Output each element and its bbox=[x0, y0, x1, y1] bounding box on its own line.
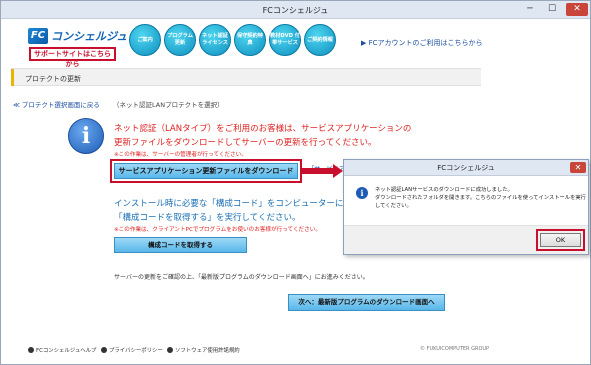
logo-fc-mark: FC bbox=[28, 28, 48, 44]
dialog-body: i ネット認証LANサービスのダウンロードに成功しました。 ダウンロードされたフ… bbox=[344, 177, 588, 225]
lan-instruction-line2: 更新ファイルをダウンロードしてサーバーの更新を行ってください。 bbox=[114, 138, 377, 148]
footer: FCコンシェルジュヘルプ プライバシーポリシー ソフトウェア使用許諾規約 © F… bbox=[2, 346, 590, 358]
minimize-icon[interactable]: ─ bbox=[521, 3, 539, 16]
bullet-icon bbox=[28, 347, 34, 353]
config-code-instruction-line2: 「構成コードを取得する」を実行してください。 bbox=[114, 213, 301, 223]
maximize-icon[interactable]: ☐ bbox=[543, 3, 561, 16]
dialog-titlebar: FCコンシェルジュ ✕ bbox=[344, 160, 588, 176]
back-note: （ネット認証LANプロテクトを選択） bbox=[113, 101, 224, 109]
info-icon: i bbox=[356, 187, 368, 199]
support-site-button[interactable]: サポートサイトはこちらから bbox=[29, 47, 116, 68]
download-service-app-button[interactable]: サービスアプリケーション更新ファイルをダウンロード bbox=[114, 163, 298, 179]
arrow-right-icon: ▶ bbox=[361, 39, 369, 47]
bullet-icon bbox=[101, 347, 107, 353]
nav-maintenance-benefit[interactable]: 保守契約特典 bbox=[234, 24, 266, 56]
footer-privacy-link[interactable]: プライバシーポリシー bbox=[101, 346, 163, 354]
red-arrow-icon bbox=[301, 164, 343, 178]
back-to-protect-selection-link[interactable]: ≪ プロテクト選択画面に戻る bbox=[13, 99, 100, 109]
bullet-icon bbox=[167, 347, 173, 353]
site-header: FC コンシェルジュ サポートサイトはこちらから ご案内 プログラム更新 ネット… bbox=[2, 20, 590, 68]
footer-privacy-label: プライバシーポリシー bbox=[109, 348, 163, 354]
nav-dvd-service[interactable]: 教材DVD 付帯サービス bbox=[269, 24, 301, 56]
update-confirmation-note: サーバーの更新をご確認の上、「最新版プログラムのダウンロード画面へ」にお進みくだ… bbox=[114, 274, 369, 281]
footer-license-link[interactable]: ソフトウェア使用許諾規約 bbox=[167, 346, 240, 354]
dialog-footer: OK bbox=[344, 225, 588, 254]
lan-instruction-line1: ネット認証（LANタイプ）をご利用のお客様は、サービスアプリケーションの bbox=[114, 124, 412, 134]
info-icon: i bbox=[68, 118, 104, 154]
get-config-code-button[interactable]: 構成コードを取得する bbox=[114, 237, 247, 253]
nav-guide[interactable]: ご案内 bbox=[129, 24, 161, 56]
window-title: FCコンシェルジュ bbox=[262, 6, 329, 15]
dialog-message-line1: ネット認証LANサービスのダウンロードに成功しました。 bbox=[375, 187, 513, 193]
download-complete-dialog: FCコンシェルジュ ✕ i ネット認証LANサービスのダウンロードに成功しました… bbox=[343, 159, 589, 255]
nav-contract-info[interactable]: ご契約情報 bbox=[304, 24, 336, 56]
nav-program-update[interactable]: プログラム更新 bbox=[164, 24, 196, 56]
server-admin-note: ※この作業は、サーバーの管理者が行ってください。 bbox=[114, 152, 247, 158]
section-title: プロテクトの更新 bbox=[25, 75, 81, 83]
logo-name: コンシェルジュ bbox=[51, 30, 128, 43]
config-code-instruction-line1: インストール時に必要な「構成コード」をコンピューターにセット bbox=[114, 199, 369, 209]
nav-net-license[interactable]: ネット認証ライセンス bbox=[199, 24, 231, 56]
next-download-page-button[interactable]: 次へ：最新版プログラムのダウンロード画面へ bbox=[288, 294, 445, 311]
footer-help-link[interactable]: FCコンシェルジュヘルプ bbox=[28, 346, 96, 354]
dialog-message: ネット認証LANサービスのダウンロードに成功しました。 ダウンロードされたフォル… bbox=[375, 186, 586, 210]
dialog-title: FCコンシェルジュ bbox=[437, 164, 495, 172]
footer-license-label: ソフトウェア使用許諾規約 bbox=[175, 348, 240, 354]
client-pc-note: ※この作業は、クライアントPCでプログラムをお使いのお客様が行ってください。 bbox=[114, 227, 321, 233]
window-titlebar: FCコンシェルジュ ─ ☐ ✕ bbox=[1, 1, 590, 19]
dialog-message-line2: ダウンロードされたフォルダを開きます。こちらのファイルを使ってインストールを実行 bbox=[375, 195, 586, 201]
section-accent bbox=[11, 69, 14, 86]
dialog-message-line3: してください。 bbox=[375, 203, 412, 209]
section-header: プロテクトの更新 bbox=[11, 68, 481, 86]
copyright: © FUKUICOMPUTER GROUP bbox=[420, 346, 490, 352]
fc-account-link[interactable]: ▶ FCアカウントのご利用はこちらから bbox=[361, 38, 483, 48]
footer-help-label: FCコンシェルジュヘルプ bbox=[36, 348, 97, 354]
ok-button[interactable]: OK bbox=[540, 233, 581, 247]
fc-account-link-label: FCアカウントのご利用はこちらから bbox=[368, 39, 483, 47]
close-icon[interactable]: ✕ bbox=[566, 3, 588, 16]
fc-concierge-logo: FC コンシェルジュ bbox=[28, 28, 127, 44]
dialog-close-icon[interactable]: ✕ bbox=[570, 162, 586, 173]
